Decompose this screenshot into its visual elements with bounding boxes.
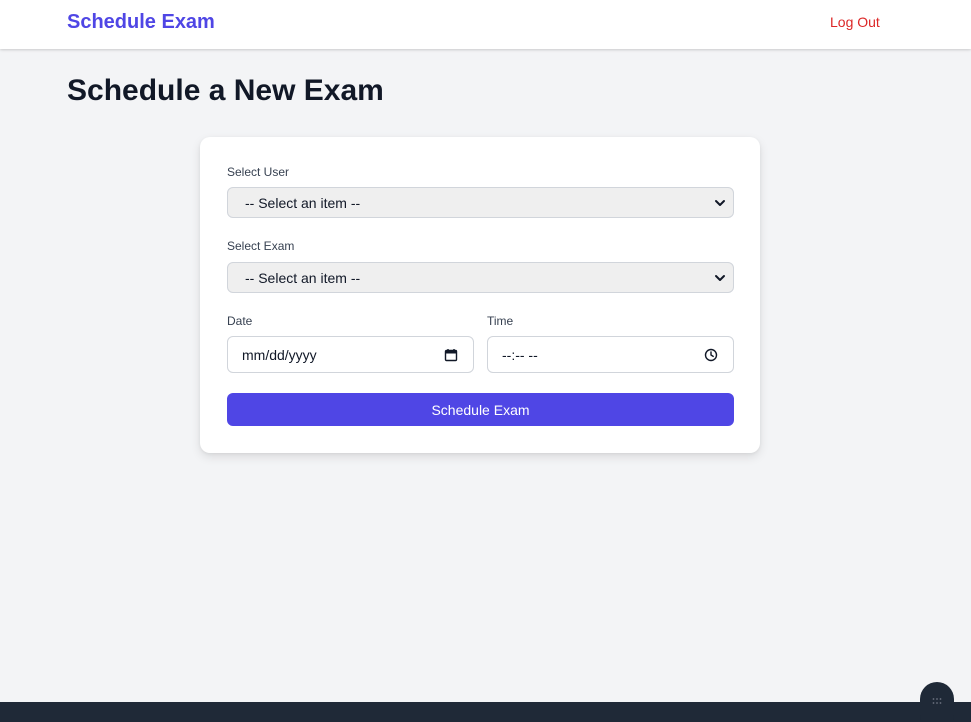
select-exam-label: Select Exam [227, 239, 295, 253]
top-navbar: Schedule Exam Log Out [0, 0, 971, 49]
time-input[interactable]: --:-- -- [487, 336, 734, 373]
time-placeholder: --:-- -- [502, 347, 538, 363]
date-label: Date [227, 314, 253, 328]
clock-icon[interactable] [704, 348, 718, 362]
select-exam-dropdown[interactable]: -- Select an item -- [227, 262, 734, 293]
select-user-value: -- Select an item -- [245, 195, 361, 211]
chevron-down-icon [715, 200, 725, 206]
floating-menu-button[interactable] [920, 682, 954, 722]
chevron-down-icon [715, 275, 725, 281]
date-placeholder: mm/dd/yyyy [242, 347, 317, 363]
schedule-form-card: Select User -- Select an item -- Select … [200, 137, 760, 453]
date-input[interactable]: mm/dd/yyyy [227, 336, 474, 373]
footer-bar [0, 702, 971, 722]
brand-link[interactable]: Schedule Exam [67, 11, 215, 34]
select-user-label: Select User [227, 165, 290, 179]
time-label: Time [487, 314, 514, 328]
calendar-icon[interactable] [444, 348, 458, 362]
logout-button[interactable]: Log Out [830, 14, 880, 30]
select-exam-value: -- Select an item -- [245, 270, 361, 286]
schedule-exam-button[interactable]: Schedule Exam [227, 393, 734, 426]
grid-dots-icon [932, 698, 942, 704]
page-title: Schedule a New Exam [67, 74, 384, 107]
select-user-dropdown[interactable]: -- Select an item -- [227, 187, 734, 218]
